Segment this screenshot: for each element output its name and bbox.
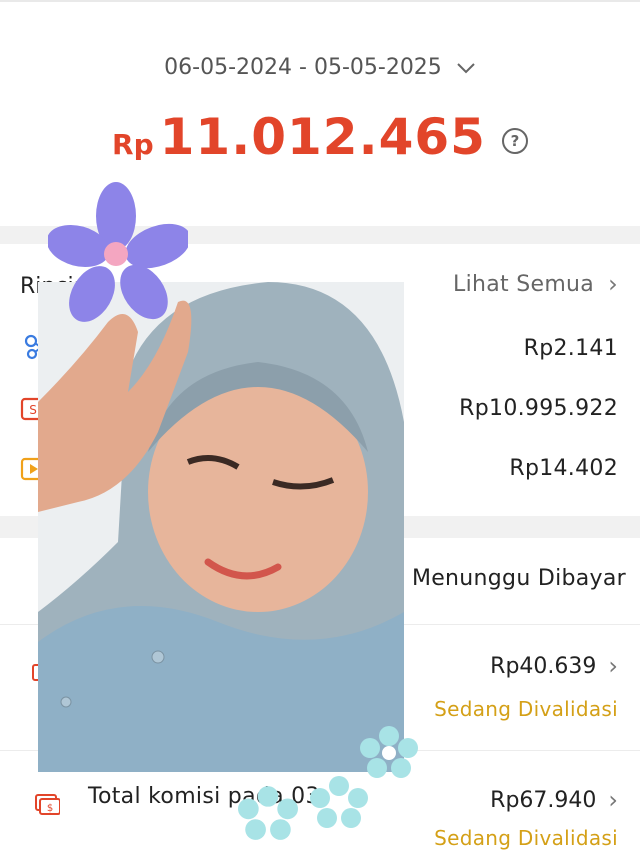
svg-text:$: $: [47, 803, 53, 814]
help-icon[interactable]: ?: [501, 128, 528, 154]
payout-item[interactable]: Rp40.639 ›: [490, 652, 618, 680]
payout-amount: Rp67.940: [490, 787, 597, 813]
person-photo-illustration: [38, 282, 404, 772]
see-all-link[interactable]: Lihat Semua ›: [453, 270, 618, 298]
currency-label: Rp: [112, 128, 154, 161]
see-all-label: Lihat Semua: [453, 271, 595, 297]
chevron-right-icon: ›: [608, 786, 618, 814]
date-range-selector[interactable]: 06-05-2024 - 05-05-2025: [0, 55, 640, 80]
chevron-right-icon: ›: [608, 270, 618, 298]
payout-status: Sedang Divalidasi: [434, 826, 618, 850]
payout-status-header: Menunggu Dibayar: [411, 566, 626, 591]
chevron-right-icon: ›: [608, 652, 618, 680]
total-commission: Rp 11.012.465 ?: [0, 108, 640, 166]
top-divider: [0, 0, 640, 2]
payout-item[interactable]: Rp67.940 ›: [490, 786, 618, 814]
chevron-down-icon: [457, 62, 475, 73]
photo-sticker: [38, 282, 404, 772]
teal-flower-sticker: [310, 776, 368, 828]
breakdown-row-amount: Rp2.141: [523, 336, 618, 361]
breakdown-row-amount: Rp14.402: [509, 456, 618, 481]
date-range-text: 06-05-2024 - 05-05-2025: [164, 55, 442, 80]
payout-amount: Rp40.639: [490, 653, 597, 679]
purple-flower-sticker: [48, 182, 188, 322]
teal-flower-sticker: [238, 786, 298, 840]
money-icon: $: [35, 794, 60, 815]
svg-text:S: S: [29, 403, 37, 417]
payout-status: Sedang Divalidasi: [434, 697, 618, 721]
teal-flower-sticker: [360, 726, 418, 778]
breakdown-row-amount: Rp10.995.922: [459, 396, 618, 421]
total-amount: 11.012.465: [159, 108, 486, 166]
